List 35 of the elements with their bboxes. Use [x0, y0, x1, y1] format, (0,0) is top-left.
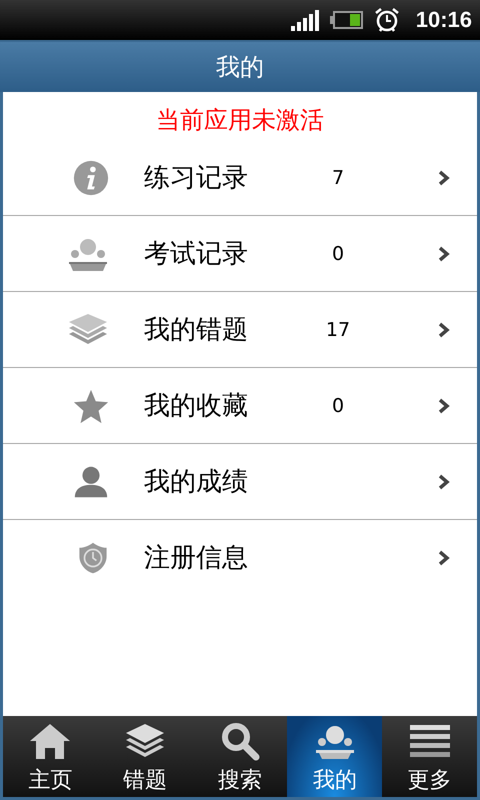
tab-button[interactable]: 搜索 — [192, 716, 288, 797]
tab-button[interactable]: 错题 — [98, 716, 193, 797]
row-label: 我的错题 — [144, 314, 249, 347]
menu-row[interactable]: 考试记录 0 — [3, 216, 477, 292]
tab-button[interactable]: 更多 — [382, 716, 477, 797]
tab-button[interactable]: 我的 — [287, 716, 382, 797]
chevron-icon — [438, 474, 450, 490]
row-label: 我的收藏 — [144, 390, 249, 423]
alarm-icon — [374, 7, 400, 33]
clock-time: 10:16 — [416, 7, 472, 33]
chevron-icon — [438, 246, 450, 262]
row-label: 注册信息 — [144, 542, 249, 575]
row-label: 我的成绩 — [144, 466, 249, 499]
chevron-icon — [438, 322, 450, 338]
home-icon — [28, 721, 72, 761]
chevron-icon — [438, 550, 450, 566]
menu-row[interactable]: 注册信息 — [3, 520, 477, 595]
row-count: 0 — [330, 242, 346, 264]
row-count: 17 — [324, 318, 352, 340]
info-icon — [72, 158, 110, 196]
tab-button[interactable]: 主页 — [3, 716, 98, 797]
screen-title: 我的 — [216, 52, 264, 83]
row-count: 7 — [330, 166, 346, 188]
menu-row[interactable]: 练习记录 7 — [3, 140, 477, 216]
signal-icon — [290, 9, 320, 31]
chevron-icon — [438, 170, 450, 186]
menu-row[interactable]: 我的收藏 0 — [3, 368, 477, 444]
row-label: 练习记录 — [144, 162, 249, 195]
menu-row[interactable]: 我的成绩 — [3, 444, 477, 520]
menu-row[interactable]: 我的错题 17 — [3, 292, 477, 368]
row-count: 0 — [330, 394, 346, 416]
battery-icon — [330, 10, 364, 30]
activation-notice: 当前应用未激活 — [156, 105, 324, 136]
row-label: 考试记录 — [144, 238, 249, 271]
chevron-icon — [438, 398, 450, 414]
